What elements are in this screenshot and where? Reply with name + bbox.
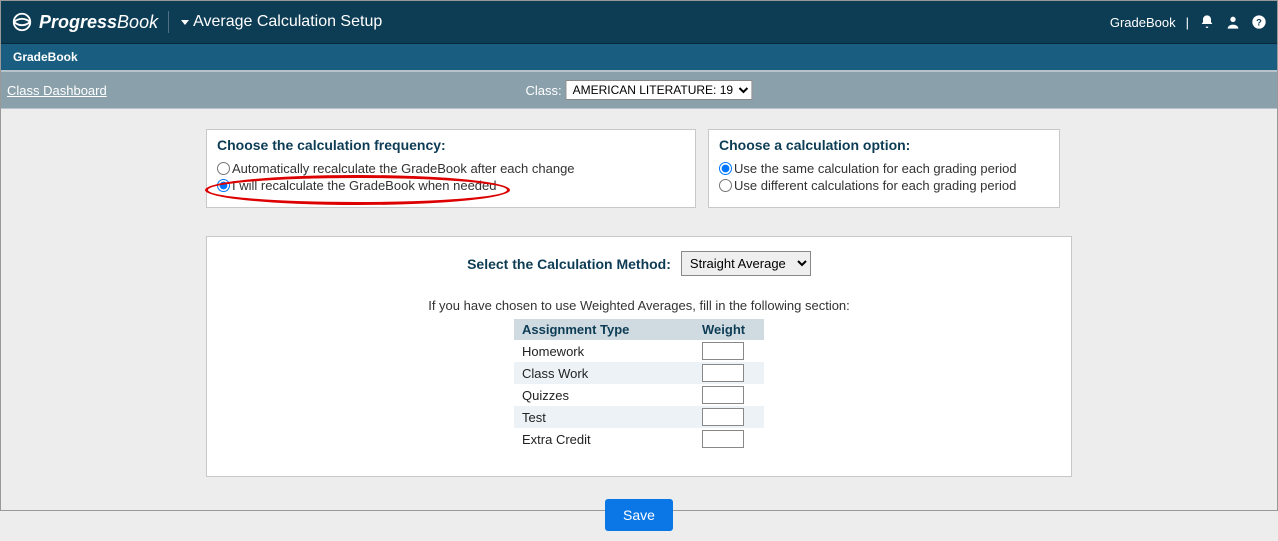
- table-row: Extra Credit: [514, 428, 764, 450]
- method-select[interactable]: Straight Average: [681, 251, 811, 276]
- logo[interactable]: ProgressBook: [11, 11, 175, 33]
- save-button[interactable]: Save: [605, 499, 673, 531]
- app-label-bar: GradeBook: [1, 43, 1277, 70]
- separator: |: [1186, 15, 1189, 30]
- class-selector-group: Class: AMERICAN LITERATURE: 19: [525, 80, 752, 100]
- col-assignment-type: Assignment Type: [514, 319, 694, 340]
- weight-input[interactable]: [702, 364, 744, 382]
- calc-option-diff[interactable]: Use different calculations for each grad…: [719, 178, 1049, 193]
- calc-radio-diff[interactable]: [719, 179, 732, 192]
- breadcrumb-bar: Class Dashboard Class: AMERICAN LITERATU…: [1, 70, 1277, 109]
- table-row: Class Work: [514, 362, 764, 384]
- logo-separator: [168, 11, 169, 33]
- user-icon[interactable]: [1225, 14, 1241, 30]
- col-weight: Weight: [694, 319, 764, 340]
- assignment-type-cell: Test: [514, 406, 694, 428]
- freq-auto-label: Automatically recalculate the GradeBook …: [232, 161, 575, 176]
- method-row: Select the Calculation Method: Straight …: [467, 251, 811, 276]
- weight-input[interactable]: [702, 430, 744, 448]
- top-bar-right: GradeBook | ?: [1110, 14, 1267, 30]
- logo-icon: [11, 11, 33, 33]
- help-icon[interactable]: ?: [1251, 14, 1267, 30]
- method-label: Select the Calculation Method:: [467, 256, 671, 272]
- freq-manual-label: I will recalculate the GradeBook when ne…: [232, 178, 497, 193]
- method-box: Select the Calculation Method: Straight …: [206, 236, 1072, 477]
- assignment-type-cell: Class Work: [514, 362, 694, 384]
- weight-cell: [694, 428, 764, 450]
- weights-tbody: HomeworkClass WorkQuizzesTestExtra Credi…: [514, 340, 764, 450]
- svg-text:?: ?: [1256, 17, 1262, 27]
- dashboard-link[interactable]: Class Dashboard: [7, 83, 107, 98]
- weight-cell: [694, 406, 764, 428]
- freq-radio-auto[interactable]: [217, 162, 230, 175]
- calc-option-box: Choose a calculation option: Use the sam…: [708, 129, 1060, 208]
- page-title-dropdown[interactable]: Average Calculation Setup: [181, 13, 382, 31]
- weight-input[interactable]: [702, 386, 744, 404]
- frequency-box: Choose the calculation frequency: Automa…: [206, 129, 696, 208]
- freq-option-manual[interactable]: I will recalculate the GradeBook when ne…: [217, 178, 685, 193]
- class-label: Class:: [525, 83, 561, 98]
- weights-table: Assignment Type Weight HomeworkClass Wor…: [514, 319, 764, 450]
- table-row: Homework: [514, 340, 764, 362]
- weight-input[interactable]: [702, 342, 744, 360]
- calc-radio-same[interactable]: [719, 162, 732, 175]
- top-bar: ProgressBook Average Calculation Setup G…: [1, 1, 1277, 43]
- method-hint: If you have chosen to use Weighted Avera…: [217, 298, 1061, 313]
- weight-cell: [694, 340, 764, 362]
- gradebook-link[interactable]: GradeBook: [1110, 15, 1176, 30]
- weight-cell: [694, 362, 764, 384]
- bell-icon[interactable]: [1199, 14, 1215, 30]
- top-bar-left: ProgressBook Average Calculation Setup: [11, 11, 382, 33]
- assignment-type-cell: Quizzes: [514, 384, 694, 406]
- assignment-type-cell: Extra Credit: [514, 428, 694, 450]
- calc-same-label: Use the same calculation for each gradin…: [734, 161, 1017, 176]
- page-title: Average Calculation Setup: [193, 13, 382, 31]
- freq-option-auto[interactable]: Automatically recalculate the GradeBook …: [217, 161, 685, 176]
- content: Choose the calculation frequency: Automa…: [1, 109, 1277, 541]
- app-label: GradeBook: [13, 50, 78, 64]
- table-row: Test: [514, 406, 764, 428]
- freq-radio-manual[interactable]: [217, 179, 230, 192]
- calc-option-legend: Choose a calculation option:: [719, 137, 1049, 153]
- caret-down-icon: [181, 20, 189, 25]
- calc-option-same[interactable]: Use the same calculation for each gradin…: [719, 161, 1049, 176]
- weight-cell: [694, 384, 764, 406]
- top-option-boxes: Choose the calculation frequency: Automa…: [206, 129, 1072, 208]
- logo-text: ProgressBook: [39, 12, 158, 33]
- weight-input[interactable]: [702, 408, 744, 426]
- table-row: Quizzes: [514, 384, 764, 406]
- assignment-type-cell: Homework: [514, 340, 694, 362]
- calc-diff-label: Use different calculations for each grad…: [734, 178, 1016, 193]
- frequency-legend: Choose the calculation frequency:: [217, 137, 685, 153]
- class-select[interactable]: AMERICAN LITERATURE: 19: [566, 80, 753, 100]
